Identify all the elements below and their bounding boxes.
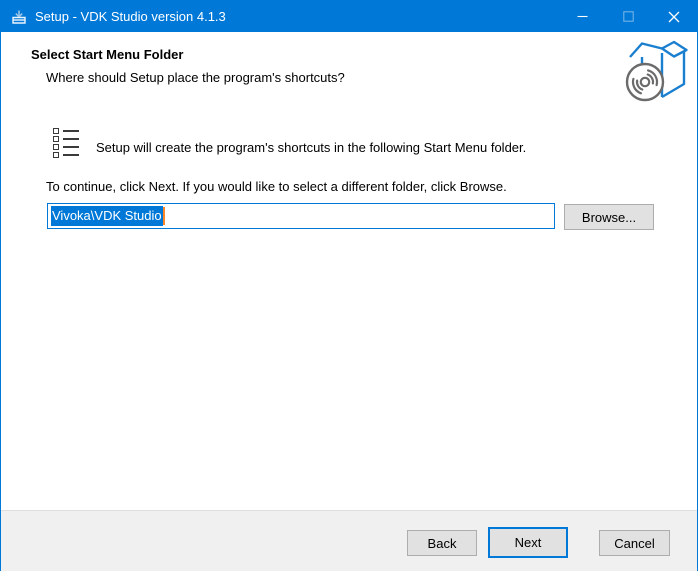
next-button[interactable]: Next bbox=[488, 527, 568, 558]
close-button[interactable] bbox=[651, 1, 697, 32]
page-title: Select Start Menu Folder bbox=[31, 47, 183, 62]
close-icon bbox=[668, 11, 680, 23]
folder-input-selected-value: Vivoka\VDK Studio bbox=[51, 206, 163, 226]
instruction-text: Setup will create the program's shortcut… bbox=[96, 140, 526, 155]
installer-box-arrow-icon bbox=[11, 9, 27, 25]
titlebar[interactable]: Setup - VDK Studio version 4.1.3 bbox=[1, 1, 697, 32]
folder-input[interactable]: Vivoka\VDK Studio bbox=[47, 203, 555, 229]
minimize-button[interactable] bbox=[559, 1, 605, 32]
footer-bar: Back Next Cancel bbox=[1, 511, 697, 571]
minimize-icon bbox=[577, 11, 588, 22]
software-box-with-disc-icon bbox=[622, 40, 690, 104]
maximize-button bbox=[605, 1, 651, 32]
text-caret bbox=[163, 207, 165, 225]
start-menu-list-icon bbox=[53, 128, 80, 159]
setup-wizard-window: Setup - VDK Studio version 4.1.3 Select … bbox=[0, 0, 698, 571]
hint-text: To continue, click Next. If you would li… bbox=[46, 179, 507, 194]
maximize-icon bbox=[623, 11, 634, 22]
browse-button[interactable]: Browse... bbox=[564, 204, 654, 230]
cancel-button[interactable]: Cancel bbox=[599, 530, 670, 556]
back-button[interactable]: Back bbox=[407, 530, 477, 556]
window-title: Setup - VDK Studio version 4.1.3 bbox=[35, 9, 226, 24]
caption-buttons bbox=[559, 1, 697, 32]
page-subtitle: Where should Setup place the program's s… bbox=[46, 70, 345, 85]
